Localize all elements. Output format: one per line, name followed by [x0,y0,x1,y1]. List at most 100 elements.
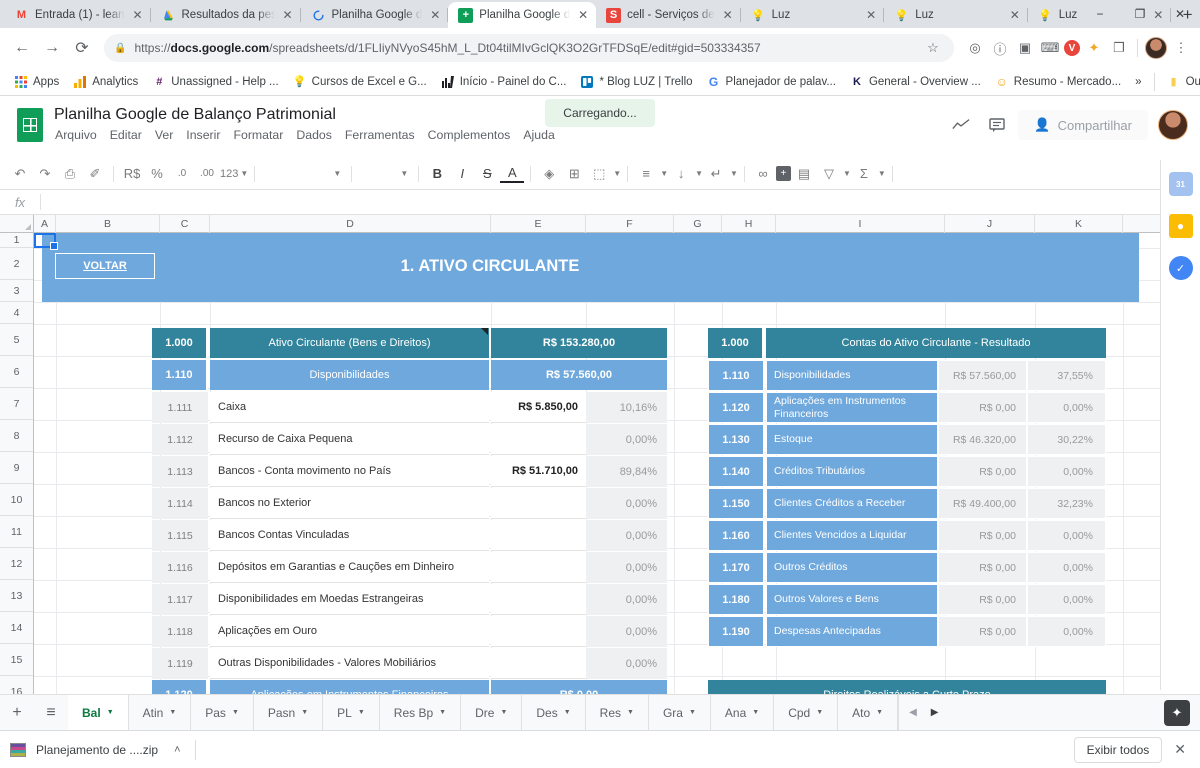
show-all-downloads-button[interactable]: Exibir todos [1073,736,1163,763]
sheet-tab-pl[interactable]: PL ▼ [323,695,380,730]
browser-tab-6[interactable]: 💡 Luz ✕ [884,2,1028,28]
screenshot-icon[interactable]: ▣ [1014,37,1036,59]
select-all-corner[interactable] [0,215,34,232]
percent-format-icon[interactable]: % [145,162,169,186]
browser-tab-1[interactable]: Resultados da pes ✕ [151,2,301,28]
chevron-down-icon[interactable]: ▼ [500,709,507,716]
sheet-tab-pas[interactable]: Pas ▼ [191,695,254,730]
add-sheet-button[interactable]: + [0,695,34,730]
bookmark-apps[interactable]: Apps [8,72,65,92]
row-header-15[interactable]: 15 [0,644,33,676]
print-icon[interactable]: ⎙ [58,162,82,186]
close-icon[interactable]: ✕ [428,8,442,22]
bookmark-resumo[interactable]: ☺ Resumo - Mercado... [989,72,1127,92]
column-header-H[interactable]: H [722,215,776,233]
other-bookmarks-folder[interactable]: ▮ Outros favoritos [1161,72,1200,92]
activity-dashboard-icon[interactable] [946,110,976,140]
sheet-tab-bal[interactable]: Bal ▼ [68,695,129,730]
bookmark-inicio[interactable]: Início - Painel do C... [435,72,573,92]
chevron-down-icon[interactable]: ▼ [169,709,176,716]
page-title[interactable]: Planilha Google de Balanço Patrimonial [52,104,946,127]
increase-decimal-icon[interactable]: .00 [195,162,219,186]
column-header-I[interactable]: I [776,215,945,233]
close-shelf-icon[interactable]: ✕ [1174,741,1190,758]
bookmark-analytics[interactable]: Analytics [67,72,144,92]
sheet-tab-gra[interactable]: Gra ▼ [649,695,711,730]
all-sheets-button[interactable]: ≡ [34,695,68,730]
menu-ferramentas[interactable]: Ferramentas [344,127,416,143]
functions-dropdown[interactable]: Σ ▼ [852,162,886,186]
chrome-menu-icon[interactable]: ⋮ [1170,37,1192,59]
vidiq-extension-icon[interactable]: V [1064,40,1080,56]
bookmark-general[interactable]: K General - Overview ... [844,72,987,92]
chevron-down-icon[interactable]: ▼ [876,709,883,716]
reload-icon[interactable]: ⟳ [68,34,96,62]
bookmark-planejador[interactable]: G Planejador de palav... [701,72,842,92]
vertical-align-dropdown[interactable]: ↓ ▼ [669,162,703,186]
close-icon[interactable]: ✕ [281,8,295,22]
row-header-8[interactable]: 8 [0,420,33,452]
fill-color-icon[interactable]: ◈ [537,162,561,186]
chevron-down-icon[interactable]: ▼ [107,709,114,716]
bookmark-trello[interactable]: * Blog LUZ | Trello [574,72,698,92]
column-header-G[interactable]: G [674,215,722,233]
column-header-A[interactable]: A [34,215,56,233]
tasks-icon[interactable]: ✓ [1168,256,1193,280]
column-header-D[interactable]: D [210,215,491,233]
column-header-F[interactable]: F [586,215,674,233]
paint-format-icon[interactable]: ✐ [83,162,107,186]
text-color-icon[interactable]: A [500,165,525,183]
bold-icon[interactable]: B [425,162,449,186]
back-icon[interactable]: ← [8,34,36,62]
chevron-down-icon[interactable]: ▼ [564,709,571,716]
text-wrap-dropdown[interactable]: ↵ ▼ [704,162,738,186]
font-size-dropdown[interactable]: ▼ [358,163,412,185]
sheet-tab-ana[interactable]: Ana ▼ [711,695,775,730]
column-header-K[interactable]: K [1035,215,1123,233]
chevron-down-icon[interactable]: ▼ [627,709,634,716]
address-bar[interactable]: 🔒 https://docs.google.com/spreadsheets/d… [104,34,954,62]
insert-comment-icon[interactable]: + [775,166,791,181]
menu-formatar[interactable]: Formatar [232,127,284,143]
profile-avatar[interactable] [1145,37,1167,59]
honey-extension-icon[interactable]: ✦ [1083,37,1105,59]
menu-inserir[interactable]: Inserir [185,127,221,143]
sheet-tab-des[interactable]: Des ▼ [522,695,586,730]
row-header-4[interactable]: 4 [0,302,33,324]
filter-dropdown[interactable]: ▽ ▼ [817,162,851,186]
menu-complementos[interactable]: Complementos [427,127,512,143]
browser-tab-0[interactable]: M Entrada (1) - lean ✕ [4,2,151,28]
undo-icon[interactable]: ↶ [8,162,32,186]
download-item[interactable]: Planejamento de ....zip ˄ [10,742,195,757]
row-header-1[interactable]: 1 [0,233,33,248]
sheet-prev-icon[interactable]: ◀ [909,707,917,718]
row-header-13[interactable]: 13 [0,580,33,612]
close-window-button[interactable]: ✕ [1160,0,1200,28]
google-sheets-logo-icon[interactable] [12,104,48,148]
share-button[interactable]: 👤 Compartilhar [1018,110,1148,140]
sheet-tab-ato[interactable]: Ato ▼ [838,695,899,730]
menu-dados[interactable]: Dados [295,127,333,143]
sheet-tab-dre[interactable]: Dre ▼ [461,695,523,730]
forward-icon[interactable]: → [38,34,66,62]
bookmark-star-icon[interactable]: ☆ [922,37,944,59]
row-header-6[interactable]: 6 [0,356,33,388]
sheet-tab-cpd[interactable]: Cpd ▼ [774,695,839,730]
browser-tab-5[interactable]: 💡 Luz ✕ [741,2,885,28]
row-header-5[interactable]: 5 [0,324,33,356]
column-header-E[interactable]: E [491,215,586,233]
currency-format-icon[interactable]: R$ [120,162,144,186]
bookmark-cursos[interactable]: 💡 Cursos de Excel e G... [287,72,433,92]
menu-editar[interactable]: Editar [109,127,143,143]
column-header-J[interactable]: J [945,215,1035,233]
close-icon[interactable]: ✕ [131,8,145,22]
keep-icon[interactable]: ● [1168,214,1193,238]
merge-cells-dropdown[interactable]: ⬚ ▼ [587,162,621,186]
voltar-button[interactable]: VOLTAR [55,253,155,279]
cells-area[interactable]: 1. ATIVO CIRCULANTE VOLTAR 1.000 Ativo C… [34,233,1200,712]
close-icon[interactable]: ✕ [721,8,735,22]
decrease-decimal-icon[interactable]: .0 [170,162,194,186]
column-header-C[interactable]: C [160,215,210,233]
sheet-tab-res[interactable]: Res ▼ [586,695,649,730]
row-header-10[interactable]: 10 [0,484,33,516]
